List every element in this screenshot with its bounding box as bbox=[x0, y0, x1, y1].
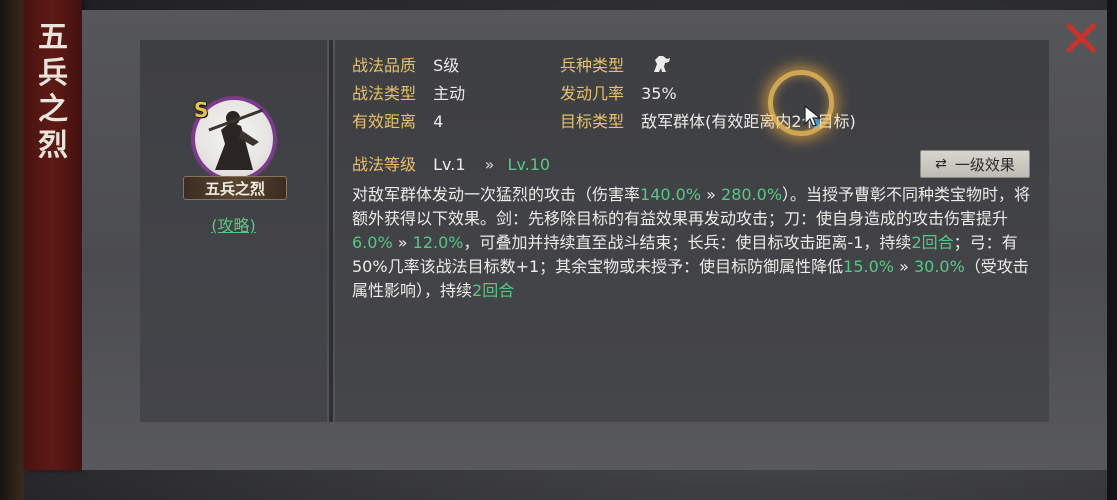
quality-value: S级 bbox=[433, 56, 460, 75]
horse-icon bbox=[650, 52, 674, 76]
rate-value: 35% bbox=[641, 84, 677, 103]
banner-title: 五 兵 之 烈 bbox=[24, 20, 82, 164]
level-label: 战法等级 bbox=[352, 155, 417, 174]
quality-row: 战法品质 S级 bbox=[352, 56, 459, 76]
rate-label: 发动几率 bbox=[560, 84, 625, 103]
desc-value: 2回合 bbox=[911, 233, 954, 252]
banner-char: 烈 bbox=[38, 128, 68, 163]
banner-char: 兵 bbox=[38, 56, 68, 91]
level-max: Lv.10 bbox=[507, 155, 551, 174]
type-value: 主动 bbox=[433, 84, 466, 103]
desc-text: 对敌军群体发动一次猛烈的攻击（伤害率 bbox=[352, 185, 641, 204]
skill-level-row: 战法等级 Lv.1 » Lv.10 bbox=[352, 154, 550, 176]
quality-label: 战法品质 bbox=[352, 56, 417, 75]
desc-value: 12.0% bbox=[412, 233, 464, 252]
desc-value: 15.0% bbox=[843, 257, 894, 276]
rate-row: 发动几率 35% bbox=[560, 84, 677, 104]
banner-char: 五 bbox=[38, 20, 68, 55]
desc-arrow: » bbox=[397, 233, 408, 252]
skill-name-plate: 五兵之烈 bbox=[183, 176, 287, 200]
grade-badge: S bbox=[194, 98, 209, 122]
desc-value: 140.0% bbox=[640, 185, 702, 204]
range-label: 有效距离 bbox=[352, 112, 417, 131]
strategy-guide-link[interactable]: (攻略) bbox=[140, 212, 327, 236]
mouse-cursor-icon bbox=[803, 104, 823, 128]
level-effect-button[interactable]: ⇄ 一级效果 bbox=[920, 150, 1030, 178]
skill-description: 对敌军群体发动一次猛烈的攻击（伤害率140.0% » 280.0%）。当授予曹彰… bbox=[352, 183, 1042, 303]
right-edge-bg bbox=[1107, 0, 1117, 500]
click-highlight-ring bbox=[768, 70, 834, 136]
close-icon bbox=[1066, 23, 1096, 53]
banner-char: 之 bbox=[38, 92, 68, 127]
swap-arrows-icon: ⇄ bbox=[935, 156, 947, 172]
desc-arrow: » bbox=[706, 185, 716, 204]
level-current: Lv.1 bbox=[433, 155, 466, 174]
desc-value: 6.0% bbox=[352, 233, 393, 252]
close-button[interactable] bbox=[1063, 20, 1099, 56]
target-label: 目标类型 bbox=[560, 112, 625, 131]
desc-value: 30.0% bbox=[913, 257, 965, 276]
troop-label: 兵种类型 bbox=[560, 56, 625, 75]
desc-arrow: » bbox=[899, 257, 909, 276]
range-value: 4 bbox=[433, 112, 444, 131]
type-label: 战法类型 bbox=[352, 84, 417, 103]
desc-text: ，可叠加并持续直至战斗结束；长兵：使目标攻击距离-1，持续 bbox=[463, 233, 912, 252]
effect-button-label: 一级效果 bbox=[954, 155, 1015, 174]
card-divider bbox=[329, 40, 333, 422]
desc-value: 280.0% bbox=[721, 185, 783, 204]
desc-value: 2回合 bbox=[472, 281, 515, 300]
left-edge-bg bbox=[0, 0, 24, 500]
type-row: 战法类型 主动 bbox=[352, 84, 465, 104]
troop-row: 兵种类型 bbox=[560, 56, 624, 76]
range-row: 有效距离 4 bbox=[352, 112, 443, 132]
skill-banner: 五 兵 之 烈 bbox=[24, 0, 82, 470]
level-arrow: » bbox=[484, 155, 495, 174]
